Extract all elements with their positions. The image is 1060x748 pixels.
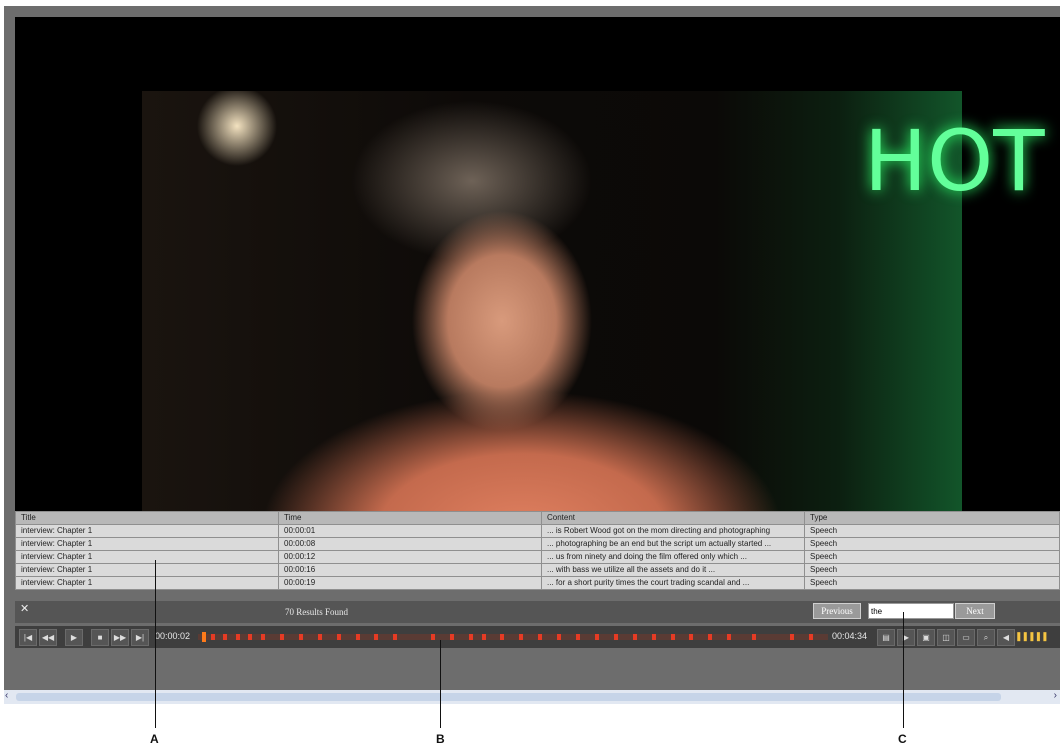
search-hit-marker[interactable] bbox=[450, 634, 454, 640]
search-hit-marker[interactable] bbox=[790, 634, 794, 640]
previous-button[interactable]: Previous bbox=[813, 603, 861, 619]
chapters-icon[interactable]: ▤ bbox=[877, 629, 895, 646]
cell-type: Speech bbox=[804, 576, 1060, 590]
scrollbar-thumb[interactable] bbox=[16, 693, 1001, 701]
column-header-type[interactable]: Type bbox=[804, 511, 1060, 525]
search-hit-marker[interactable] bbox=[519, 634, 523, 640]
cell-time: 00:00:19 bbox=[278, 576, 542, 590]
search-hit-marker[interactable] bbox=[431, 634, 435, 640]
search-hit-marker[interactable] bbox=[393, 634, 397, 640]
table-row[interactable]: interview: Chapter 1 00:00:19 ... for a … bbox=[15, 576, 1060, 590]
search-hit-marker[interactable] bbox=[469, 634, 473, 640]
search-hit-marker[interactable] bbox=[671, 634, 675, 640]
search-hit-marker[interactable] bbox=[576, 634, 580, 640]
cell-title: interview: Chapter 1 bbox=[15, 563, 279, 577]
rewind-icon[interactable]: ◀◀ bbox=[39, 629, 57, 646]
search-hit-marker[interactable] bbox=[280, 634, 284, 640]
video-display[interactable]: HOT bbox=[15, 17, 1060, 511]
search-icon[interactable]: ⌕ bbox=[977, 629, 995, 646]
cell-content: ... is Robert Wood got on the mom direct… bbox=[541, 524, 805, 538]
search-hit-marker[interactable] bbox=[595, 634, 599, 640]
search-hit-marker[interactable] bbox=[318, 634, 322, 640]
search-hit-marker[interactable] bbox=[809, 634, 813, 640]
cell-time: 00:00:01 bbox=[278, 524, 542, 538]
cell-title: interview: Chapter 1 bbox=[15, 524, 279, 538]
timeline-scrubber[interactable] bbox=[198, 632, 828, 642]
skip-to-start-icon[interactable]: |◀ bbox=[19, 629, 37, 646]
stop-icon[interactable]: ■ bbox=[91, 629, 109, 646]
column-header-content[interactable]: Content bbox=[541, 511, 805, 525]
current-time: 00:00:02 bbox=[155, 631, 191, 641]
search-hit-marker[interactable] bbox=[261, 634, 265, 640]
search-hit-marker[interactable] bbox=[538, 634, 542, 640]
share-icon[interactable]: ◫ bbox=[937, 629, 955, 646]
search-hit-marker[interactable] bbox=[752, 634, 756, 640]
callout-line-c bbox=[903, 612, 904, 728]
cell-type: Speech bbox=[804, 550, 1060, 564]
table-header-row: Title Time Content Type bbox=[15, 511, 1060, 525]
play-icon[interactable]: ▶ bbox=[65, 629, 83, 646]
cell-content: ... for a short purity times the court t… bbox=[541, 576, 805, 590]
horizontal-scrollbar[interactable]: ‹ › bbox=[4, 690, 1060, 704]
callout-line-b bbox=[440, 640, 441, 728]
search-hit-marker[interactable] bbox=[557, 634, 561, 640]
search-hit-marker[interactable] bbox=[614, 634, 618, 640]
search-results-table: Title Time Content Type interview: Chapt… bbox=[15, 511, 1060, 590]
search-hit-marker[interactable] bbox=[500, 634, 504, 640]
playhead[interactable] bbox=[202, 632, 206, 642]
cell-content: ... with bass we utilize all the assets … bbox=[541, 563, 805, 577]
table-row[interactable]: interview: Chapter 1 00:00:12 ... us fro… bbox=[15, 550, 1060, 564]
search-hit-marker[interactable] bbox=[727, 634, 731, 640]
video-frame: HOT bbox=[142, 91, 1045, 511]
neon-sign: HOT bbox=[864, 112, 1045, 210]
cell-time: 00:00:12 bbox=[278, 550, 542, 564]
search-hit-marker[interactable] bbox=[223, 634, 227, 640]
search-hit-marker[interactable] bbox=[374, 634, 378, 640]
search-hit-marker[interactable] bbox=[299, 634, 303, 640]
search-hit-marker[interactable] bbox=[248, 634, 252, 640]
cell-content: ... photographing be an end but the scri… bbox=[541, 537, 805, 551]
search-hit-marker[interactable] bbox=[211, 634, 215, 640]
skip-to-end-icon[interactable]: ▶| bbox=[131, 629, 149, 646]
callout-line-a bbox=[155, 560, 156, 728]
captions-icon[interactable]: ▣ bbox=[917, 629, 935, 646]
table-row[interactable]: interview: Chapter 1 00:00:08 ... photog… bbox=[15, 537, 1060, 551]
search-hit-marker[interactable] bbox=[236, 634, 240, 640]
cell-content: ... us from ninety and doing the film of… bbox=[541, 550, 805, 564]
cell-type: Speech bbox=[804, 537, 1060, 551]
callout-label-c: C bbox=[898, 732, 907, 746]
search-hit-marker[interactable] bbox=[482, 634, 486, 640]
search-hit-marker[interactable] bbox=[356, 634, 360, 640]
total-time: 00:04:34 bbox=[832, 631, 868, 641]
table-row[interactable]: interview: Chapter 1 00:00:16 ... with b… bbox=[15, 563, 1060, 577]
cell-time: 00:00:08 bbox=[278, 537, 542, 551]
search-hit-marker[interactable] bbox=[708, 634, 712, 640]
cell-type: Speech bbox=[804, 563, 1060, 577]
volume-slider[interactable]: ❚❚❚❚❚ bbox=[1015, 631, 1049, 641]
results-count: 70 Results Found bbox=[285, 607, 349, 617]
fast-forward-icon[interactable]: ▶▶ bbox=[111, 629, 129, 646]
column-header-time[interactable]: Time bbox=[278, 511, 542, 525]
next-button[interactable]: Next bbox=[955, 603, 995, 619]
column-header-title[interactable]: Title bbox=[15, 511, 279, 525]
cell-time: 00:00:16 bbox=[278, 563, 542, 577]
cell-title: interview: Chapter 1 bbox=[15, 576, 279, 590]
cell-title: interview: Chapter 1 bbox=[15, 550, 279, 564]
cell-title: interview: Chapter 1 bbox=[15, 537, 279, 551]
scroll-right-arrow-icon[interactable]: › bbox=[1054, 690, 1057, 701]
volume-icon[interactable]: ◀ bbox=[997, 629, 1015, 646]
scroll-left-arrow-icon[interactable]: ‹ bbox=[5, 690, 8, 701]
fullscreen-icon[interactable]: ▭ bbox=[957, 629, 975, 646]
search-hit-marker[interactable] bbox=[633, 634, 637, 640]
search-hit-marker[interactable] bbox=[689, 634, 693, 640]
callout-label-a: A bbox=[150, 732, 159, 746]
cell-type: Speech bbox=[804, 524, 1060, 538]
search-hit-marker[interactable] bbox=[337, 634, 341, 640]
table-row[interactable]: interview: Chapter 1 00:00:01 ... is Rob… bbox=[15, 524, 1060, 538]
search-input[interactable] bbox=[868, 603, 954, 619]
close-icon[interactable]: ✕ bbox=[20, 602, 29, 615]
callout-label-b: B bbox=[436, 732, 445, 746]
search-hit-marker[interactable] bbox=[652, 634, 656, 640]
next-chapter-icon[interactable]: ▶ bbox=[897, 629, 915, 646]
